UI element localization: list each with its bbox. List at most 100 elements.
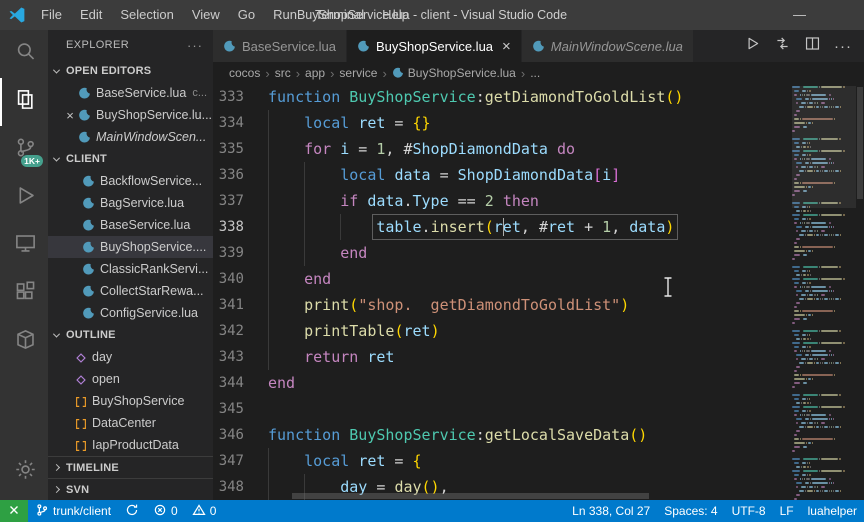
status-label: 0 bbox=[209, 504, 217, 518]
open-editors-header[interactable]: OPEN EDITORS bbox=[48, 60, 213, 82]
code-line-339[interactable]: 339 end bbox=[213, 240, 788, 266]
tree-item[interactable]: CollectStarRewa... bbox=[48, 280, 213, 302]
vertical-scrollbar[interactable] bbox=[856, 84, 864, 500]
tree-item[interactable]: BackflowService... bbox=[48, 170, 213, 192]
breadcrumb-item[interactable]: › app bbox=[291, 66, 325, 81]
status-label: LF bbox=[779, 504, 794, 518]
code-line-344[interactable]: 344 end bbox=[213, 370, 788, 396]
code-line-347[interactable]: 347 local ret = { bbox=[213, 448, 788, 474]
line-number: 344 bbox=[218, 375, 244, 391]
code-line-341[interactable]: 341 print("shop. getDiamondToGoldList") bbox=[213, 292, 788, 318]
activity-package-icon[interactable] bbox=[0, 318, 48, 366]
breadcrumb-item[interactable]: ›... bbox=[516, 66, 540, 81]
activity-settings-gear-icon[interactable] bbox=[0, 448, 48, 496]
tree-item[interactable]: BaseService.lua bbox=[48, 214, 213, 236]
tab-MainWindowScene.lua[interactable]: MainWindowScene.lua bbox=[521, 30, 693, 62]
activity-explorer-icon[interactable] bbox=[0, 78, 48, 126]
timeline-header[interactable]: TIMELINE bbox=[48, 456, 213, 478]
problems-warnings[interactable]: 0 bbox=[185, 500, 224, 522]
outline-header[interactable]: OUTLINE bbox=[48, 324, 213, 346]
folder-header[interactable]: CLIENT bbox=[48, 148, 213, 170]
vscode-window: BuyShopService.lua - client - Visual Stu… bbox=[0, 0, 864, 522]
settings-gear-icon bbox=[14, 458, 37, 486]
code-line-334[interactable]: 334 local ret = {} bbox=[213, 110, 788, 136]
tree-item[interactable]: ClassicRankServi... bbox=[48, 258, 213, 280]
tab-BaseService.lua[interactable]: BaseService.lua bbox=[213, 30, 346, 62]
tree-item[interactable]: BuyShopService.... bbox=[48, 236, 213, 258]
code-line-342[interactable]: 342 printTable(ret) bbox=[213, 318, 788, 344]
menu-go[interactable]: Go bbox=[229, 0, 264, 30]
menu-edit[interactable]: Edit bbox=[71, 0, 111, 30]
close-icon[interactable]: × bbox=[62, 108, 78, 123]
activity-source-control-icon[interactable]: 1K+ bbox=[0, 126, 48, 174]
activity-extensions-icon[interactable] bbox=[0, 270, 48, 318]
menu-view[interactable]: View bbox=[183, 0, 229, 30]
horizontal-scrollbar[interactable] bbox=[292, 493, 774, 499]
sidebar-actions-icon[interactable]: ··· bbox=[187, 38, 203, 53]
tree-item-label: BagService.lua bbox=[100, 196, 185, 210]
problems-errors[interactable]: 0 bbox=[146, 500, 185, 522]
code-line-337[interactable]: 337 if data.Type == 2 then bbox=[213, 188, 788, 214]
svn-header[interactable]: SVN bbox=[48, 478, 213, 500]
outline-item[interactable]: open bbox=[48, 368, 213, 390]
tab-BuyShopService.lua[interactable]: BuyShopService.lua × bbox=[346, 30, 521, 62]
indentation[interactable]: Spaces: 4 bbox=[657, 500, 724, 522]
menu-selection[interactable]: Selection bbox=[111, 0, 182, 30]
open-editor-item[interactable]: BaseService.lua c... bbox=[48, 82, 213, 104]
menu-file[interactable]: File bbox=[32, 0, 71, 30]
remote-indicator[interactable] bbox=[0, 500, 28, 522]
code-line-338[interactable]: 338 table.insert(ret, #ret + 1, data) bbox=[213, 214, 788, 240]
activity-remote-explorer-icon[interactable] bbox=[0, 222, 48, 270]
close-icon[interactable]: × bbox=[502, 39, 511, 54]
split-editor-icon[interactable] bbox=[804, 35, 821, 57]
code-line-345[interactable]: 345 bbox=[213, 396, 788, 422]
code-line-346[interactable]: 346 function BuyShopService:getLocalSaveD… bbox=[213, 422, 788, 448]
open-editor-item[interactable]: × BuyShopService.lu... bbox=[48, 104, 213, 126]
symbol-class-icon bbox=[74, 417, 87, 430]
activity-search-icon[interactable] bbox=[0, 30, 48, 78]
remote-icon bbox=[7, 503, 21, 520]
activity-run-debug-icon[interactable] bbox=[0, 174, 48, 222]
more-actions-icon[interactable]: ··· bbox=[834, 38, 852, 55]
chevron-right-icon bbox=[52, 485, 61, 494]
open-editor-item[interactable]: MainWindowScen... bbox=[48, 126, 213, 148]
language-mode[interactable]: luahelper bbox=[801, 500, 864, 522]
breadcrumb-item[interactable]: › src bbox=[260, 66, 290, 81]
menu-run[interactable]: Run bbox=[264, 0, 306, 30]
line-code: if data.Type == 2 then bbox=[268, 188, 539, 214]
outline-item-label: day bbox=[92, 350, 113, 364]
breadcrumb-item[interactable]: cocos bbox=[229, 66, 260, 80]
outline-item[interactable]: IapProductData bbox=[48, 434, 213, 456]
code-line-333[interactable]: 333 function BuyShopService:getDiamondToG… bbox=[213, 84, 788, 110]
run-file-icon[interactable] bbox=[744, 35, 761, 57]
tree-item[interactable]: BagService.lua bbox=[48, 192, 213, 214]
breadcrumb-item[interactable]: › BuyShopService.lua bbox=[377, 66, 515, 81]
editor[interactable]: 333 function BuyShopService:getDiamondToG… bbox=[213, 84, 864, 500]
outline-item[interactable]: BuyShopService bbox=[48, 390, 213, 412]
branch-item[interactable]: trunk/client bbox=[28, 500, 118, 522]
code-line-336[interactable]: 336 local data = ShopDiamondData[i] bbox=[213, 162, 788, 188]
symbol-class-icon bbox=[74, 439, 87, 452]
outline-item[interactable]: DataCenter bbox=[48, 412, 213, 434]
line-number: 340 bbox=[218, 271, 244, 287]
tree-item[interactable]: ConfigService.lua bbox=[48, 302, 213, 324]
code-line-340[interactable]: 340 end bbox=[213, 266, 788, 292]
eol[interactable]: LF bbox=[773, 500, 801, 522]
sync-item[interactable] bbox=[118, 500, 146, 522]
code-line-335[interactable]: 335 for i = 1, #ShopDiamondData do bbox=[213, 136, 788, 162]
minimap-slider[interactable] bbox=[792, 86, 856, 208]
compare-changes-icon[interactable] bbox=[774, 35, 791, 57]
line-number: 334 bbox=[218, 115, 244, 131]
tree-item-label: BaseService.lua bbox=[100, 218, 191, 232]
symbol-class-icon bbox=[74, 395, 87, 408]
outline-item[interactable]: day bbox=[48, 346, 213, 368]
lua-file-icon bbox=[223, 40, 236, 53]
cursor-position[interactable]: Ln 338, Col 27 bbox=[565, 500, 657, 522]
encoding[interactable]: UTF-8 bbox=[725, 500, 773, 522]
breadcrumb-item[interactable]: › service bbox=[325, 66, 377, 81]
menu-help[interactable]: Help bbox=[373, 0, 418, 30]
minimize-icon[interactable]: — bbox=[793, 0, 806, 30]
activity-bottom bbox=[0, 448, 48, 500]
menu-terminal[interactable]: Terminal bbox=[306, 0, 373, 30]
code-line-343[interactable]: 343 return ret bbox=[213, 344, 788, 370]
